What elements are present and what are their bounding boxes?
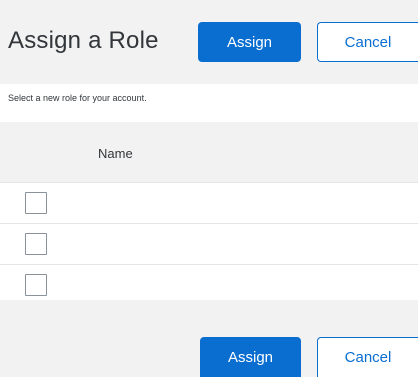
- footer-assign-button[interactable]: Assign: [200, 337, 301, 377]
- table-row[interactable]: [0, 183, 418, 224]
- footer-cancel-button[interactable]: Cancel: [317, 337, 418, 377]
- roles-table: Name: [0, 130, 418, 306]
- dialog-description: Select a new role for your account.: [0, 84, 418, 122]
- assign-button[interactable]: Assign: [198, 22, 301, 62]
- row-checkbox[interactable]: [25, 192, 47, 214]
- column-header-name: Name: [98, 146, 133, 161]
- table-header: Name: [0, 130, 418, 183]
- dialog-header: Assign a Role Assign Cancel: [0, 0, 418, 80]
- cancel-button[interactable]: Cancel: [317, 22, 418, 62]
- row-checkbox[interactable]: [25, 233, 47, 255]
- dialog-title: Assign a Role: [8, 27, 159, 54]
- assign-role-dialog: Assign a Role Assign Cancel Select a new…: [0, 0, 418, 377]
- table-row[interactable]: [0, 224, 418, 265]
- row-checkbox[interactable]: [25, 274, 47, 296]
